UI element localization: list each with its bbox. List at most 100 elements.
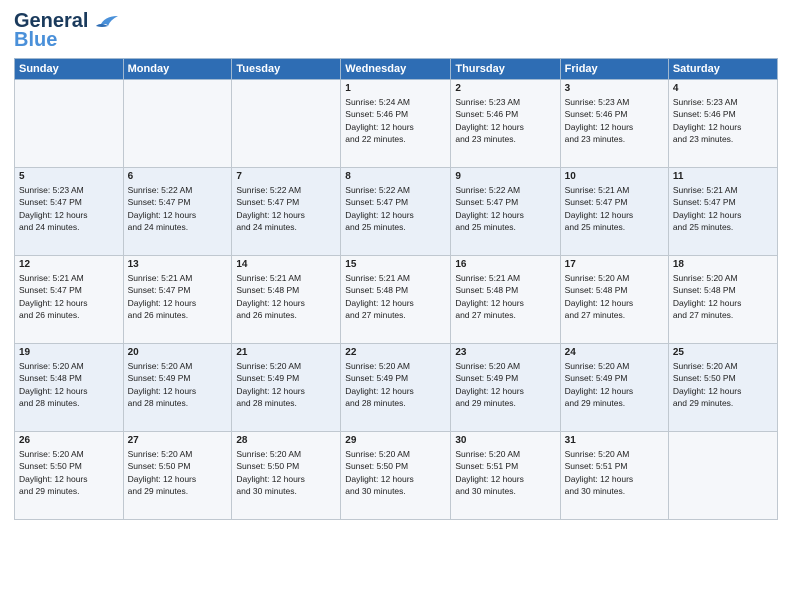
cell-info: Sunrise: 5:20 AM Sunset: 5:51 PM Dayligh… xyxy=(565,448,664,497)
cell-info: Sunrise: 5:22 AM Sunset: 5:47 PM Dayligh… xyxy=(236,184,336,233)
calendar-cell: 27 Sunrise: 5:20 AM Sunset: 5:50 PM Dayli… xyxy=(123,432,232,520)
cell-info: Sunrise: 5:20 AM Sunset: 5:48 PM Dayligh… xyxy=(19,360,119,409)
calendar-cell: 6 Sunrise: 5:22 AM Sunset: 5:47 PM Daylig… xyxy=(123,168,232,256)
day-number: 3 xyxy=(565,83,664,94)
calendar-cell: 22Sunrise: 5:20 AM Sunset: 5:49 PM Dayli… xyxy=(341,344,451,432)
header-monday: Monday xyxy=(123,59,232,80)
calendar-cell xyxy=(668,432,777,520)
day-number: 2 xyxy=(455,83,555,94)
day-number: 26 xyxy=(19,435,119,446)
header-sunday: Sunday xyxy=(15,59,124,80)
week-row-2: 12 Sunrise: 5:21 AM Sunset: 5:47 PM Dayli… xyxy=(15,256,778,344)
day-number: 22 xyxy=(345,347,446,358)
calendar-cell: 17Sunrise: 5:20 AM Sunset: 5:48 PM Dayli… xyxy=(560,256,668,344)
calendar-cell: 12 Sunrise: 5:21 AM Sunset: 5:47 PM Dayli… xyxy=(15,256,124,344)
day-number: 25 xyxy=(673,347,773,358)
day-number: 11 xyxy=(673,171,773,182)
header-wednesday: Wednesday xyxy=(341,59,451,80)
calendar-cell: 26Sunrise: 5:20 AM Sunset: 5:50 PM Dayli… xyxy=(15,432,124,520)
day-number: 4 xyxy=(673,83,773,94)
cell-info: Sunrise: 5:20 AM Sunset: 5:50 PM Dayligh… xyxy=(236,448,336,497)
logo-blue: Blue xyxy=(14,29,57,52)
cell-info: Sunrise: 5:21 AM Sunset: 5:48 PM Dayligh… xyxy=(345,272,446,321)
day-number: 29 xyxy=(345,435,446,446)
day-number: 7 xyxy=(236,171,336,182)
calendar-cell: 1 Sunrise: 5:24 AM Sunset: 5:46 PM Daylig… xyxy=(341,80,451,168)
day-number: 12 xyxy=(19,259,119,270)
cell-info: Sunrise: 5:20 AM Sunset: 5:50 PM Dayligh… xyxy=(673,360,773,409)
cell-info: Sunrise: 5:22 AM Sunset: 5:47 PM Dayligh… xyxy=(455,184,555,233)
cell-info: Sunrise: 5:20 AM Sunset: 5:50 PM Dayligh… xyxy=(128,448,228,497)
day-number: 13 xyxy=(128,259,228,270)
cell-info: Sunrise: 5:21 AM Sunset: 5:47 PM Dayligh… xyxy=(673,184,773,233)
day-number: 19 xyxy=(19,347,119,358)
calendar-cell: 31 Sunrise: 5:20 AM Sunset: 5:51 PM Dayli… xyxy=(560,432,668,520)
page: General Blue SundayMondayTuesdayWednesda… xyxy=(0,0,792,612)
day-number: 1 xyxy=(345,83,446,94)
day-number: 6 xyxy=(128,171,228,182)
header-thursday: Thursday xyxy=(451,59,560,80)
cell-info: Sunrise: 5:21 AM Sunset: 5:47 PM Dayligh… xyxy=(565,184,664,233)
day-number: 10 xyxy=(565,171,664,182)
calendar-cell: 13Sunrise: 5:21 AM Sunset: 5:47 PM Dayli… xyxy=(123,256,232,344)
calendar-cell: 8 Sunrise: 5:22 AM Sunset: 5:47 PM Daylig… xyxy=(341,168,451,256)
header-saturday: Saturday xyxy=(668,59,777,80)
cell-info: Sunrise: 5:23 AM Sunset: 5:46 PM Dayligh… xyxy=(673,96,773,145)
day-number: 27 xyxy=(128,435,228,446)
cell-info: Sunrise: 5:21 AM Sunset: 5:47 PM Dayligh… xyxy=(19,272,119,321)
cell-info: Sunrise: 5:20 AM Sunset: 5:48 PM Dayligh… xyxy=(565,272,664,321)
calendar-cell: 9 Sunrise: 5:22 AM Sunset: 5:47 PM Daylig… xyxy=(451,168,560,256)
day-number: 15 xyxy=(345,259,446,270)
day-number: 21 xyxy=(236,347,336,358)
day-number: 30 xyxy=(455,435,555,446)
calendar-cell: 29 Sunrise: 5:20 AM Sunset: 5:50 PM Dayli… xyxy=(341,432,451,520)
cell-info: Sunrise: 5:20 AM Sunset: 5:49 PM Dayligh… xyxy=(128,360,228,409)
calendar-cell: 11 Sunrise: 5:21 AM Sunset: 5:47 PM Dayli… xyxy=(668,168,777,256)
calendar-cell xyxy=(123,80,232,168)
cell-info: Sunrise: 5:22 AM Sunset: 5:47 PM Dayligh… xyxy=(345,184,446,233)
cell-info: Sunrise: 5:24 AM Sunset: 5:46 PM Dayligh… xyxy=(345,96,446,145)
calendar-cell: 2 Sunrise: 5:23 AM Sunset: 5:46 PM Daylig… xyxy=(451,80,560,168)
day-number: 24 xyxy=(565,347,664,358)
day-number: 16 xyxy=(455,259,555,270)
header: General Blue xyxy=(14,10,778,52)
day-number: 5 xyxy=(19,171,119,182)
cell-info: Sunrise: 5:23 AM Sunset: 5:46 PM Dayligh… xyxy=(455,96,555,145)
day-number: 8 xyxy=(345,171,446,182)
calendar-cell: 25 Sunrise: 5:20 AM Sunset: 5:50 PM Dayli… xyxy=(668,344,777,432)
cell-info: Sunrise: 5:20 AM Sunset: 5:50 PM Dayligh… xyxy=(345,448,446,497)
calendar-cell: 28Sunrise: 5:20 AM Sunset: 5:50 PM Dayli… xyxy=(232,432,341,520)
calendar-header-row: SundayMondayTuesdayWednesdayThursdayFrid… xyxy=(15,59,778,80)
calendar-cell: 3Sunrise: 5:23 AM Sunset: 5:46 PM Daylig… xyxy=(560,80,668,168)
cell-info: Sunrise: 5:23 AM Sunset: 5:47 PM Dayligh… xyxy=(19,184,119,233)
calendar-cell xyxy=(232,80,341,168)
calendar-cell: 21 Sunrise: 5:20 AM Sunset: 5:49 PM Dayli… xyxy=(232,344,341,432)
cell-info: Sunrise: 5:20 AM Sunset: 5:49 PM Dayligh… xyxy=(236,360,336,409)
day-number: 14 xyxy=(236,259,336,270)
day-number: 9 xyxy=(455,171,555,182)
calendar-cell: 16 Sunrise: 5:21 AM Sunset: 5:48 PM Dayli… xyxy=(451,256,560,344)
calendar-cell: 7 Sunrise: 5:22 AM Sunset: 5:47 PM Daylig… xyxy=(232,168,341,256)
cell-info: Sunrise: 5:22 AM Sunset: 5:47 PM Dayligh… xyxy=(128,184,228,233)
week-row-0: 1 Sunrise: 5:24 AM Sunset: 5:46 PM Daylig… xyxy=(15,80,778,168)
logo-bird-icon xyxy=(96,14,118,30)
calendar-cell: 5 Sunrise: 5:23 AM Sunset: 5:47 PM Daylig… xyxy=(15,168,124,256)
calendar-cell xyxy=(15,80,124,168)
cell-info: Sunrise: 5:20 AM Sunset: 5:51 PM Dayligh… xyxy=(455,448,555,497)
calendar-cell: 14 Sunrise: 5:21 AM Sunset: 5:48 PM Dayli… xyxy=(232,256,341,344)
logo: General Blue xyxy=(14,10,118,52)
calendar-cell: 24 Sunrise: 5:20 AM Sunset: 5:49 PM Dayli… xyxy=(560,344,668,432)
day-number: 31 xyxy=(565,435,664,446)
week-row-3: 19 Sunrise: 5:20 AM Sunset: 5:48 PM Dayli… xyxy=(15,344,778,432)
calendar-cell: 18Sunrise: 5:20 AM Sunset: 5:48 PM Dayli… xyxy=(668,256,777,344)
cell-info: Sunrise: 5:21 AM Sunset: 5:48 PM Dayligh… xyxy=(236,272,336,321)
cell-info: Sunrise: 5:20 AM Sunset: 5:49 PM Dayligh… xyxy=(565,360,664,409)
calendar-cell: 15 Sunrise: 5:21 AM Sunset: 5:48 PM Dayli… xyxy=(341,256,451,344)
cell-info: Sunrise: 5:21 AM Sunset: 5:48 PM Dayligh… xyxy=(455,272,555,321)
cell-info: Sunrise: 5:20 AM Sunset: 5:48 PM Dayligh… xyxy=(673,272,773,321)
week-row-1: 5 Sunrise: 5:23 AM Sunset: 5:47 PM Daylig… xyxy=(15,168,778,256)
calendar-cell: 10 Sunrise: 5:21 AM Sunset: 5:47 PM Dayli… xyxy=(560,168,668,256)
calendar-cell: 30 Sunrise: 5:20 AM Sunset: 5:51 PM Dayli… xyxy=(451,432,560,520)
calendar-cell: 4 Sunrise: 5:23 AM Sunset: 5:46 PM Daylig… xyxy=(668,80,777,168)
calendar-cell: 23Sunrise: 5:20 AM Sunset: 5:49 PM Dayli… xyxy=(451,344,560,432)
